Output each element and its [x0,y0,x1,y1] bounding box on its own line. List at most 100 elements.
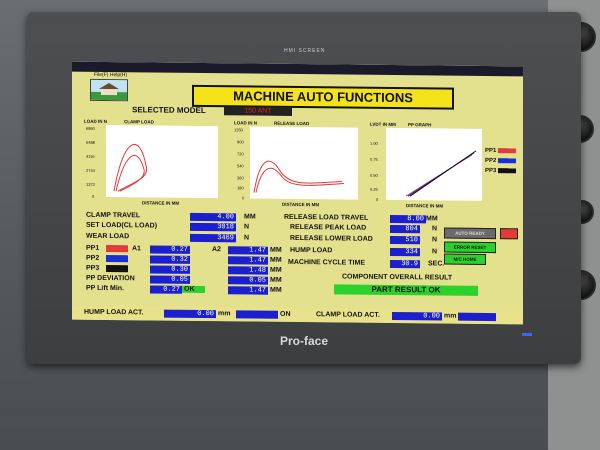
machine-cycle-time-value: 30.9 [390,259,420,269]
pp-legend-pp2: PP2 [485,157,497,165]
pp-lift-status: OK [182,285,205,294]
mc-home-button[interactable]: M/C HOME [444,253,486,265]
hump-load-unit: N [432,248,438,256]
pp1-a2-label: A2 [212,246,221,254]
hump-load-act-label: HUMP LOAD ACT. [84,308,144,317]
pp2-label: PP2 [86,254,100,262]
component-result-label: COMPONENT OVERALL RESULT [342,273,453,282]
pp1-swatch [106,244,128,253]
brand-logo: Pro-face [280,334,329,348]
pp1-a2-value: 1.47 [228,246,268,255]
pp3-swatch [106,264,128,273]
chart-release-tick-5: 180 [237,185,244,191]
chart-clamp-tick-2: 4116 [86,153,95,159]
pp-lift-unit: MM [270,286,282,294]
pp2-b-value: 1.47 [228,256,268,265]
hump-load-act-unit: mm [218,310,231,318]
chart-release-tick-4: 360 [237,175,244,181]
pp-deviation-label: PP DEVIATION [86,274,135,283]
clamp-load-act-unit: mm [444,312,457,320]
release-load-travel-unit: MM [426,215,438,223]
pp1-label: PP1 [86,244,100,252]
chart-pp-tick-4: 0 [376,196,379,202]
chart-release-tick-2: 720 [237,151,244,157]
pp-deviation-unit: MM [270,276,282,284]
bezel-label: HMI SCREEN [284,48,326,54]
release-load-curve-1 [253,160,343,193]
hump-load-act-bar [236,310,278,319]
set-load-unit: N [244,223,250,231]
clamp-travel-value: 4.00 [190,212,236,222]
pp2-unit: MM [270,256,282,264]
chart-clamp-tick-1: 5488 [86,139,95,145]
pp2-a-value: 0.32 [150,255,190,264]
clamp-load-act-label: CLAMP LOAD ACT. [316,311,380,319]
chart-release-tick-6: 0 [242,195,245,201]
release-load-chart [250,126,358,200]
pp2-swatch [106,254,128,263]
auto-ready-button[interactable]: AUTO READY [444,227,496,240]
release-lower-load-unit: N [432,236,438,244]
pp-legend-pp3: PP3 [485,167,497,175]
pp-legend-pp1: PP1 [485,147,497,155]
wear-load-unit: N [244,234,250,242]
wear-load-value: 3469 [190,233,236,243]
selected-model-value[interactable]: 150 ANT [224,106,292,116]
pp-graph-chart [386,127,482,201]
hump-load-act-state: ON [280,310,291,318]
release-lower-load-label: RELEASE LOWER LOAD [290,234,373,243]
pp3-b-value: 1.48 [228,266,268,275]
clamp-travel-unit: MM [244,213,256,221]
pp1-a1-label: A1 [132,245,141,253]
release-peak-load-label: RELEASE PEAK LOAD [290,223,367,232]
hump-load-act-value: 0.00 [164,309,216,319]
chart-pp-x-label: DISTANCE IN MM [406,203,444,209]
part-result-indicator: PART RESULT OK [334,284,478,296]
chart-clamp-y-unit: LOAD IN N [84,118,107,125]
wear-load-label: WEAR LOAD [86,232,130,241]
set-load-label: SET LOAD(CL LOAD) [86,221,158,230]
clamp-travel-label: CLAMP TRAVEL [86,211,141,220]
error-reset-button[interactable]: ERROR RESET [444,241,496,254]
pp3-a-value: 0.30 [150,265,190,274]
release-lower-load-value: 510 [390,235,420,245]
menu-bar[interactable]: File(F) Help(H) [94,72,127,78]
release-load-travel-label: RELEASE LOAD TRAVEL [284,213,369,222]
pp-legend-swatch-pp3 [498,168,516,174]
set-load-value: 3018 [190,222,236,232]
home-icon[interactable] [90,78,128,102]
hmi-screen: File(F) Help(H) MACHINE AUTO FUNCTIONS S… [72,61,523,325]
pp-graph-curve-pp3 [409,150,477,197]
pp3-unit: MM [270,266,282,274]
pp-legend-swatch-pp2 [498,158,516,164]
chart-release-x-label: DISTANCE IN MM [282,201,320,208]
clamp-load-act-bar [458,312,496,322]
chart-pp-y-unit: LVDT IN MM [370,121,396,128]
chart-clamp-label: CLAMP LOAD [124,119,154,125]
clamp-load-curve-2 [115,155,145,192]
chart-pp-tick-3: 0.25 [370,186,378,192]
release-peak-load-unit: N [432,225,438,233]
chart-clamp-tick-0: 6860 [86,125,95,131]
machine-cycle-time-unit: SEC. [428,260,445,268]
chart-release-tick-0: 1350 [234,127,243,133]
chart-release-tick-3: 540 [237,163,244,169]
chart-release-tick-1: 900 [237,139,244,145]
hump-load-label: HUMP LOAD [290,246,333,255]
chart-pp-tick-0: 1.00 [370,140,378,146]
chart-pp-tick-2: 0.50 [370,172,378,178]
chart-clamp-tick-3: 2744 [86,167,95,173]
pp-deviation-value: 0.05 [150,275,190,284]
pp-lift-min-value: 0.27 [150,285,182,294]
pp-lift-min-label: PP Lift Min. [86,284,124,293]
pp1-unit: MM [270,246,282,254]
clamp-load-curve-1 [113,144,148,192]
pp3-label: PP3 [86,264,100,272]
selected-model-label: SELECTED MODEL [132,105,206,116]
release-load-curve-2 [255,167,345,193]
chart-release-label: RELEASE LOAD [274,120,310,127]
chart-clamp-x-label: DISTANCE IN MM [142,200,180,206]
chart-pp-label: PP GRAPH [408,122,432,128]
clamp-load-act-value: 0.00 [392,311,442,321]
release-peak-load-value: 804 [390,224,420,234]
